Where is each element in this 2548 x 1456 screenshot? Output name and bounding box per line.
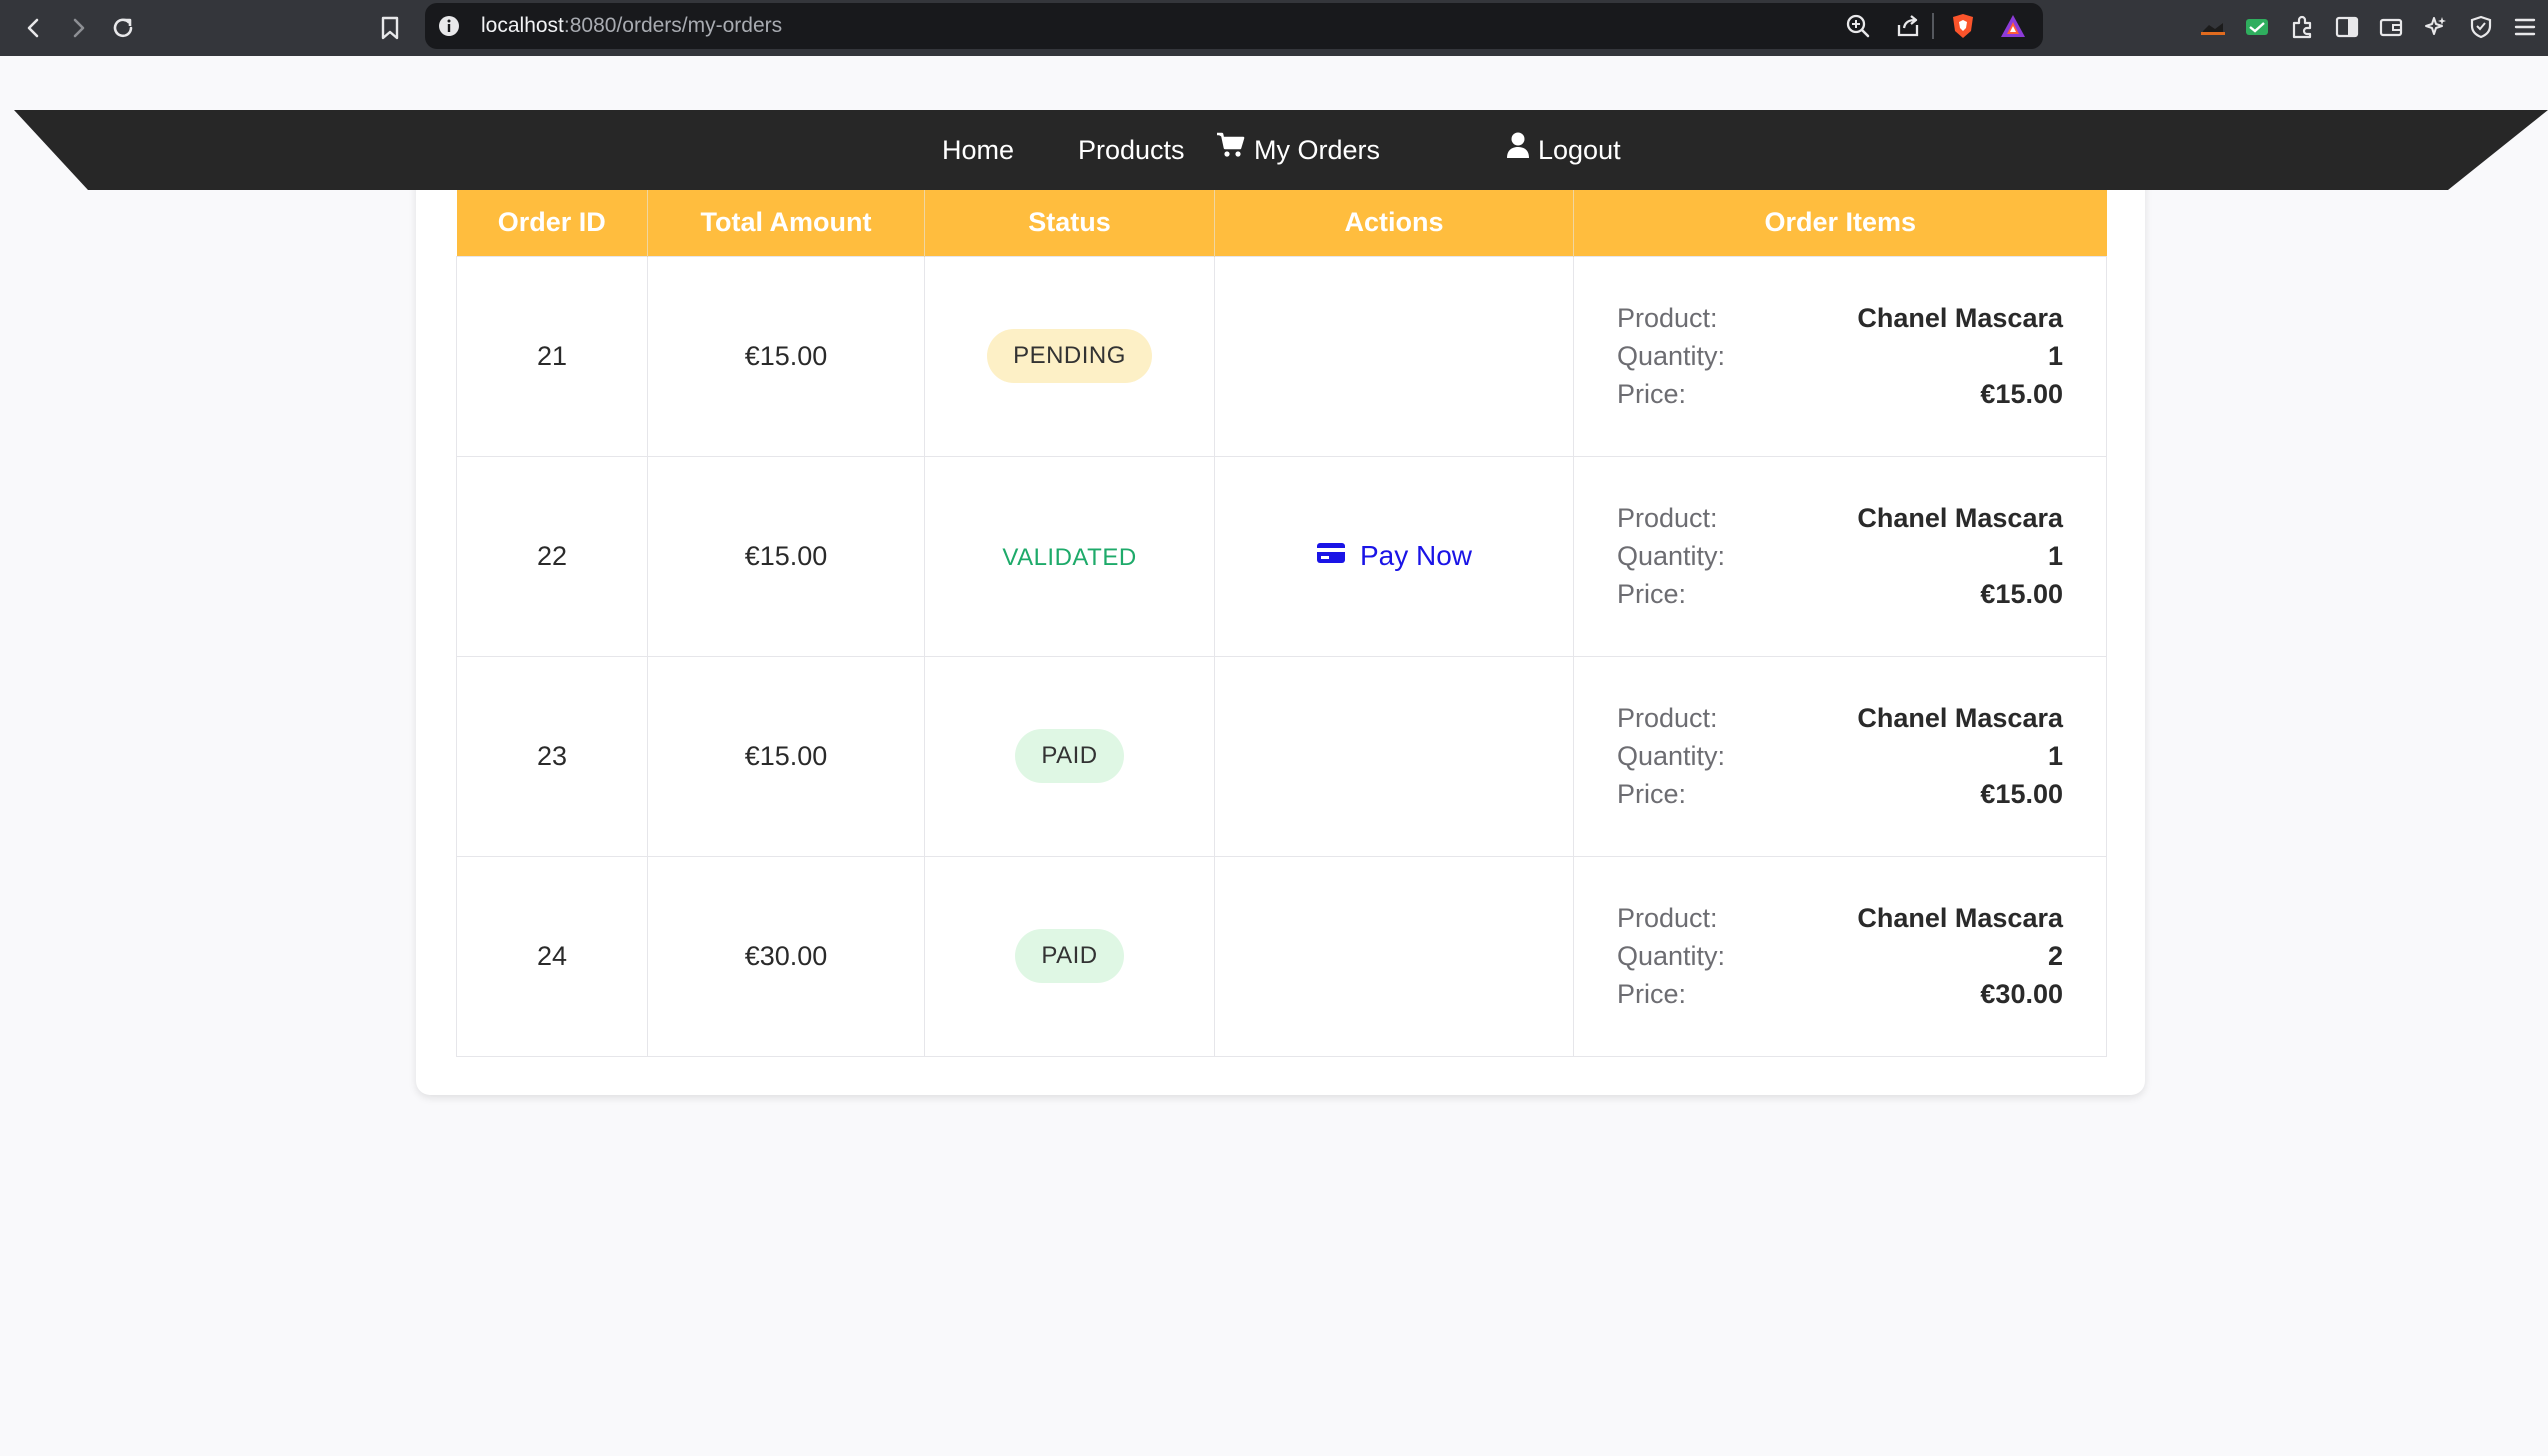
order-id-cell: 24 <box>456 855 648 1057</box>
total-amount-cell: €30.00 <box>647 855 925 1057</box>
extension-dark-icon[interactable] <box>2196 10 2230 44</box>
vpn-shield-icon[interactable] <box>2464 10 2498 44</box>
nav-my-orders-label: My Orders <box>1254 135 1381 165</box>
order-items-cell: Product: Chanel Mascara Quantity: 2 Pric… <box>1573 855 2107 1057</box>
actions-cell <box>1214 255 1574 457</box>
url-host: localhost <box>481 14 564 37</box>
status-badge: PAID <box>1015 929 1124 983</box>
quantity-label: Quantity: <box>1617 341 1726 371</box>
order-id-cell: 21 <box>456 255 648 457</box>
product-label: Product: <box>1617 903 1718 933</box>
menu-icon[interactable] <box>2508 10 2542 44</box>
user-icon <box>1506 110 1530 190</box>
quantity-value: 2 <box>2047 941 2063 971</box>
status-cell: PENDING <box>924 255 1215 457</box>
toolbar-separator <box>1932 13 1934 39</box>
quantity-value: 1 <box>2047 541 2063 571</box>
price-label: Price: <box>1617 779 1687 809</box>
share-icon[interactable] <box>1893 11 1923 41</box>
header-order-id: Order ID <box>456 190 648 256</box>
order-id-cell: 22 <box>456 455 648 657</box>
price-label: Price: <box>1617 979 1687 1009</box>
product-label: Product: <box>1617 703 1718 733</box>
quantity-value: 1 <box>2047 341 2063 371</box>
product-label: Product: <box>1617 303 1718 333</box>
price-value: €15.00 <box>1980 779 2063 809</box>
order-item-details: Product: Chanel Mascara Quantity: 1 Pric… <box>1574 301 2106 411</box>
nav-products-link[interactable]: Products <box>1078 110 1185 190</box>
reload-icon[interactable] <box>103 8 143 48</box>
zoom-icon[interactable] <box>1843 11 1873 41</box>
nav-logout-label: Logout <box>1538 135 1621 165</box>
status-badge: PENDING <box>987 329 1152 383</box>
address-bar[interactable]: localhost:8080/orders/my-orders <box>425 3 2043 49</box>
product-value: Chanel Mascara <box>1857 903 2063 933</box>
table-row: 23 €15.00 PAID Product: Chanel Mascara Q… <box>456 655 2107 857</box>
product-label: Product: <box>1617 503 1718 533</box>
actions-cell: Pay Now <box>1214 455 1574 657</box>
credit-card-icon <box>1316 540 1346 572</box>
table-header-row: Order ID Total Amount Status Actions Ord… <box>456 190 2107 256</box>
nav-home-link[interactable]: Home <box>942 110 1014 190</box>
product-value: Chanel Mascara <box>1857 503 2063 533</box>
wallet-icon[interactable] <box>2374 10 2408 44</box>
site-navbar: Home Products My Orders Logout <box>14 110 2548 190</box>
quantity-label: Quantity: <box>1617 541 1726 571</box>
back-icon[interactable] <box>14 8 54 48</box>
price-label: Price: <box>1617 579 1687 609</box>
status-text: VALIDATED <box>1002 543 1137 571</box>
status-cell: VALIDATED <box>924 455 1215 657</box>
browser-toolbar: localhost:8080/orders/my-orders <box>0 0 2548 56</box>
table-row: 24 €30.00 PAID Product: Chanel Mascara Q… <box>456 855 2107 1057</box>
header-actions: Actions <box>1214 190 1574 256</box>
order-item-details: Product: Chanel Mascara Quantity: 1 Pric… <box>1574 501 2106 611</box>
extension-mail-icon[interactable] <box>2240 10 2274 44</box>
url-path: :8080/orders/my-orders <box>563 14 783 37</box>
price-label: Price: <box>1617 379 1687 409</box>
order-item-details: Product: Chanel Mascara Quantity: 2 Pric… <box>1574 901 2106 1011</box>
header-total-amount: Total Amount <box>647 190 925 256</box>
actions-cell <box>1214 855 1574 1057</box>
url-text[interactable]: localhost:8080/orders/my-orders <box>481 3 782 49</box>
status-badge: PAID <box>1015 729 1124 783</box>
table-row: 21 €15.00 PENDING Product: Chanel Mascar… <box>456 255 2107 457</box>
table-row: 22 €15.00 VALIDATED Pay Now Product: Cha… <box>456 455 2107 657</box>
orders-table: Order ID Total Amount Status Actions Ord… <box>456 190 2107 1057</box>
bookmark-icon[interactable] <box>370 8 410 48</box>
total-amount-cell: €15.00 <box>647 255 925 457</box>
status-cell: PAID <box>924 855 1215 1057</box>
site-info-icon[interactable] <box>437 14 461 38</box>
brave-rewards-icon[interactable] <box>1998 11 2028 41</box>
order-item-details: Product: Chanel Mascara Quantity: 1 Pric… <box>1574 701 2106 811</box>
total-amount-cell: €15.00 <box>647 655 925 857</box>
pay-now-button[interactable]: Pay Now <box>1316 540 1472 572</box>
nav-my-orders-link[interactable]: My Orders <box>1216 110 1380 190</box>
status-cell: PAID <box>924 655 1215 857</box>
sidebar-toggle-icon[interactable] <box>2330 10 2364 44</box>
price-value: €15.00 <box>1980 379 2063 409</box>
brave-shields-icon[interactable] <box>1948 11 1978 41</box>
quantity-label: Quantity: <box>1617 941 1726 971</box>
order-items-cell: Product: Chanel Mascara Quantity: 1 Pric… <box>1573 455 2107 657</box>
order-id-cell: 23 <box>456 655 648 857</box>
quantity-value: 1 <box>2047 741 2063 771</box>
leo-ai-icon[interactable] <box>2419 10 2453 44</box>
header-order-items: Order Items <box>1573 190 2107 256</box>
product-value: Chanel Mascara <box>1857 703 2063 733</box>
header-status: Status <box>924 190 1215 256</box>
order-items-cell: Product: Chanel Mascara Quantity: 1 Pric… <box>1573 655 2107 857</box>
total-amount-cell: €15.00 <box>647 455 925 657</box>
extensions-puzzle-icon[interactable] <box>2285 10 2319 44</box>
product-value: Chanel Mascara <box>1857 303 2063 333</box>
price-value: €15.00 <box>1980 579 2063 609</box>
actions-cell <box>1214 655 1574 857</box>
quantity-label: Quantity: <box>1617 741 1726 771</box>
cart-icon <box>1216 110 1246 190</box>
nav-logout-link[interactable]: Logout <box>1506 110 1621 190</box>
pay-now-label: Pay Now <box>1359 540 1473 571</box>
order-items-cell: Product: Chanel Mascara Quantity: 1 Pric… <box>1573 255 2107 457</box>
price-value: €30.00 <box>1980 979 2063 1009</box>
forward-icon[interactable] <box>58 8 98 48</box>
